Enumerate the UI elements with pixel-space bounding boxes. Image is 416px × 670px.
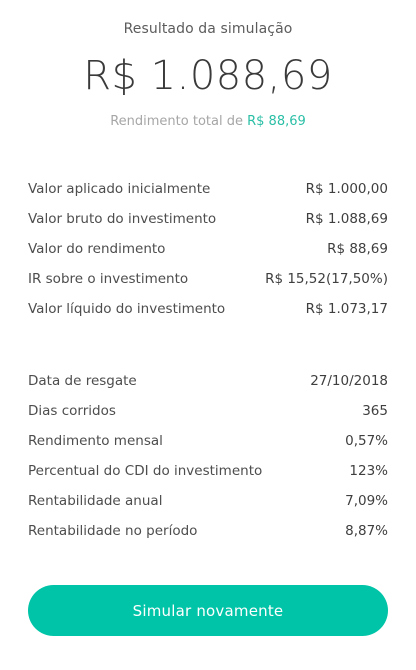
- row-value: R$ 1.073,17: [305, 301, 388, 317]
- row-value: R$ 88,69: [327, 241, 388, 257]
- detail-row-cdi-percent: Percentual do CDI do investimento 123%: [28, 456, 388, 486]
- row-label: Dias corridos: [28, 403, 116, 419]
- summary-row-net: Valor líquido do investimento R$ 1.073,1…: [28, 294, 388, 324]
- row-label: Percentual do CDI do investimento: [28, 463, 263, 479]
- row-value: 8,87%: [345, 523, 388, 539]
- detail-row-period-return: Rentabilidade no período 8,87%: [28, 516, 388, 546]
- row-label: Rentabilidade anual: [28, 493, 163, 509]
- detail-row-monthly-yield: Rendimento mensal 0,57%: [28, 426, 388, 456]
- summary-row-initial: Valor aplicado inicialmente R$ 1.000,00: [28, 174, 388, 204]
- row-value: R$ 15,52(17,50%): [265, 271, 388, 287]
- total-yield-label: Rendimento total de: [110, 114, 243, 129]
- row-label: IR sobre o investimento: [28, 271, 189, 287]
- row-value: 27/10/2018: [310, 373, 388, 389]
- row-label: Valor líquido do investimento: [28, 301, 226, 317]
- detail-row-annual-return: Rentabilidade anual 7,09%: [28, 486, 388, 516]
- row-label: Valor bruto do investimento: [28, 211, 217, 227]
- summary-row-tax: IR sobre o investimento R$ 15,52(17,50%): [28, 264, 388, 294]
- detail-row-redemption-date: Data de resgate 27/10/2018: [28, 366, 388, 396]
- row-value: 0,57%: [345, 433, 388, 449]
- total-yield-value: R$ 88,69: [247, 114, 306, 129]
- total-amount: R$ 1.088,69: [83, 53, 333, 99]
- row-label: Rendimento mensal: [28, 433, 163, 449]
- summary-row-yield: Valor do rendimento R$ 88,69: [28, 234, 388, 264]
- row-value: 123%: [349, 463, 388, 479]
- row-label: Data de resgate: [28, 373, 137, 389]
- row-value: 365: [362, 403, 388, 419]
- summary-row-gross: Valor bruto do investimento R$ 1.088,69: [28, 204, 388, 234]
- detail-row-days: Dias corridos 365: [28, 396, 388, 426]
- simulate-again-button[interactable]: Simular novamente: [28, 585, 388, 636]
- row-label: Rentabilidade no período: [28, 523, 198, 539]
- row-value: R$ 1.088,69: [305, 211, 388, 227]
- row-value: R$ 1.000,00: [305, 181, 388, 197]
- row-label: Valor aplicado inicialmente: [28, 181, 211, 197]
- row-label: Valor do rendimento: [28, 241, 166, 257]
- total-yield-line: Rendimento total de R$ 88,69: [0, 114, 416, 129]
- investment-summary: Valor aplicado inicialmente R$ 1.000,00 …: [28, 174, 388, 324]
- result-subtitle: Resultado da simulação: [123, 21, 293, 37]
- investment-details: Data de resgate 27/10/2018 Dias corridos…: [28, 366, 388, 546]
- row-value: 7,09%: [345, 493, 388, 509]
